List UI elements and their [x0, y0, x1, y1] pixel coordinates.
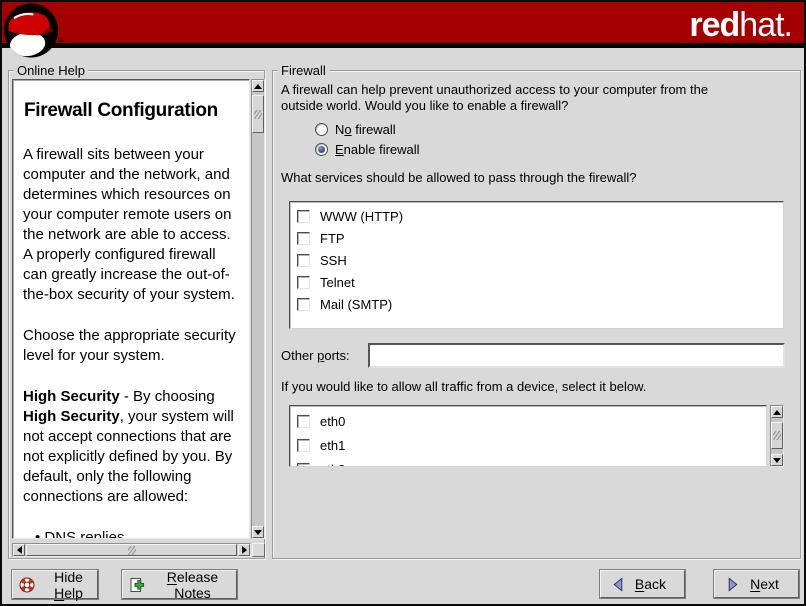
scroll-up-button[interactable]	[771, 406, 783, 418]
help-vertical-scrollbar[interactable]	[251, 79, 265, 539]
up-arrow-icon	[254, 80, 262, 89]
wordmark-red: red	[689, 6, 739, 44]
device-row[interactable]: eth1	[290, 433, 766, 457]
registered-trademark: ®	[58, 36, 64, 45]
scroll-down-button[interactable]	[771, 454, 783, 466]
next-label: Next	[741, 576, 788, 592]
service-row[interactable]: Telnet	[290, 271, 783, 293]
online-help-frame-label: Online Help	[14, 63, 88, 78]
horizontal-scroll-thumb[interactable]	[26, 544, 237, 556]
device-row[interactable]: eth2	[290, 457, 766, 467]
back-label: Back	[627, 576, 674, 592]
service-checkbox[interactable]	[297, 298, 310, 311]
service-checkbox[interactable]	[297, 210, 310, 223]
radio-enable-firewall-label: Enable firewall	[335, 142, 420, 157]
radio-enable-firewall[interactable]: Enable firewall	[315, 142, 420, 157]
down-arrow-icon	[773, 458, 781, 467]
radio-no-firewall[interactable]: No firewall	[315, 122, 396, 137]
wordmark-hat: hat.	[739, 6, 792, 44]
down-arrow-icon	[254, 530, 262, 539]
service-row[interactable]: WWW (HTTP)	[290, 205, 783, 227]
other-ports-label: Other ports:	[281, 348, 350, 363]
device-label: eth1	[320, 438, 345, 453]
help-paragraph: High Security - By choosing High Securit…	[23, 387, 243, 507]
help-paragraph: A firewall sits between your computer an…	[23, 145, 243, 305]
thumb-grip	[128, 546, 136, 555]
life-preserver-icon	[19, 577, 35, 593]
service-label: Telnet	[320, 275, 355, 290]
devices-list[interactable]: eth0 eth1 eth2	[289, 405, 767, 467]
header-bar	[2, 2, 804, 48]
service-row[interactable]: SSH	[290, 249, 783, 271]
radio-button[interactable]	[315, 143, 328, 156]
release-notes-label: Release Notes	[149, 569, 236, 601]
device-label: eth0	[320, 414, 345, 429]
service-checkbox[interactable]	[297, 232, 310, 245]
service-row[interactable]: FTP	[290, 227, 783, 249]
firewall-frame: Firewall A firewall can help prevent una…	[272, 70, 801, 559]
firewall-intro-text: A firewall can help prevent unauthorized…	[281, 82, 789, 114]
device-checkbox[interactable]	[297, 463, 310, 468]
redhat-shadowman-icon	[3, 2, 60, 59]
redhat-wordmark: redhat.	[689, 6, 792, 45]
back-button[interactable]: Back	[600, 570, 685, 598]
service-label: WWW (HTTP)	[320, 209, 403, 224]
radio-button[interactable]	[315, 123, 328, 136]
help-bullet-item: DNS replies	[35, 528, 243, 539]
service-label: SSH	[320, 253, 347, 268]
device-row[interactable]: eth0	[290, 409, 766, 433]
devices-scrollbar[interactable]	[770, 405, 784, 467]
back-arrow-icon	[610, 576, 627, 593]
hide-help-label: Hide Help	[40, 569, 97, 601]
firewall-frame-label: Firewall	[278, 63, 329, 78]
service-row[interactable]: Mail (SMTP)	[290, 293, 783, 315]
right-arrow-icon	[242, 546, 251, 554]
release-notes-button[interactable]: Release Notes	[122, 570, 237, 599]
scroll-right-button[interactable]	[238, 544, 250, 556]
left-arrow-icon	[13, 546, 22, 554]
vertical-scroll-thumb[interactable]	[771, 422, 783, 449]
help-paragraph: Choose the appropriate security level fo…	[23, 326, 243, 366]
thumb-grip	[254, 110, 262, 119]
service-label: FTP	[320, 231, 345, 246]
other-ports-input[interactable]	[368, 343, 785, 368]
next-button[interactable]: Next	[714, 570, 799, 598]
service-label: Mail (SMTP)	[320, 297, 392, 312]
installer-window: ® redhat. Online Help Firewall Configura…	[0, 0, 806, 606]
scroll-down-button[interactable]	[252, 526, 264, 538]
hide-help-button[interactable]: Hide Help	[12, 570, 98, 599]
service-checkbox[interactable]	[297, 276, 310, 289]
up-arrow-icon	[773, 406, 781, 415]
scrollbar-corner	[252, 543, 265, 557]
radio-no-firewall-label: No firewall	[335, 122, 396, 137]
help-text-area: Firewall Configuration A firewall sits b…	[12, 79, 250, 539]
help-body: Firewall Configuration A firewall sits b…	[13, 80, 249, 539]
release-notes-icon	[129, 577, 145, 593]
devices-help-text: If you would like to allow all traffic f…	[281, 379, 646, 394]
device-label: eth2	[320, 462, 345, 468]
device-checkbox[interactable]	[297, 439, 310, 452]
next-arrow-icon	[724, 576, 741, 593]
scroll-left-button[interactable]	[13, 544, 25, 556]
help-title: Firewall Configuration	[24, 99, 243, 123]
services-list[interactable]: WWW (HTTP) FTP SSH Telnet Mail (SMTP)	[289, 201, 784, 329]
thumb-grip	[773, 431, 781, 440]
services-question: What services should be allowed to pass …	[281, 170, 637, 185]
scroll-up-button[interactable]	[252, 80, 264, 92]
vertical-scroll-thumb[interactable]	[252, 95, 264, 133]
help-horizontal-scrollbar[interactable]	[12, 543, 251, 557]
service-checkbox[interactable]	[297, 254, 310, 267]
device-checkbox[interactable]	[297, 415, 310, 428]
online-help-frame: Online Help Firewall Configuration A fir…	[8, 70, 265, 559]
